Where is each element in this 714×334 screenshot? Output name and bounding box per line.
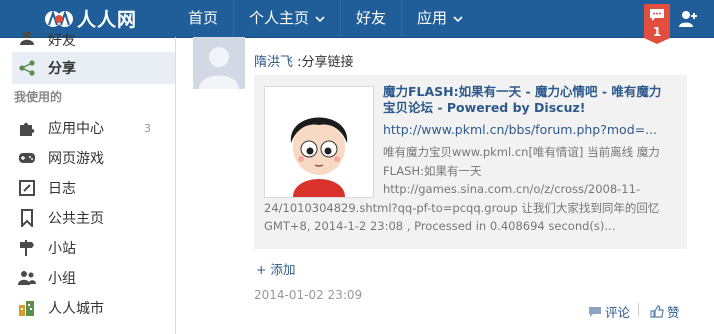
edit-icon	[19, 180, 35, 196]
brand-name: 人人网	[77, 9, 138, 31]
sidebar-item-renren-city[interactable]: 人人城市	[0, 292, 175, 324]
add-friend-icon[interactable]	[677, 8, 699, 30]
puzzle-icon	[20, 122, 35, 136]
chat-bubble-icon	[650, 9, 664, 21]
sidebar-item-label: 网页游戏	[48, 151, 104, 167]
nav-home[interactable]: 首页	[173, 0, 233, 37]
post-timestamp: 2014-01-02 23:09	[254, 288, 363, 302]
action-divider	[638, 303, 639, 316]
description-line: 24/1010304829.shtml?qq-pf-to=pcqq.group …	[264, 200, 660, 215]
city-icon	[19, 301, 34, 316]
sidebar-item-mini-site[interactable]: 小站	[0, 232, 175, 264]
default-avatar-icon	[193, 37, 245, 89]
comment-button[interactable]: 评论	[588, 302, 630, 321]
comment-label: 评论	[605, 305, 631, 320]
sidebar-divider	[175, 37, 176, 334]
comment-icon	[589, 306, 601, 317]
friends-icon	[20, 32, 34, 45]
user-avatar[interactable]	[193, 37, 245, 89]
link-url[interactable]: http://www.pkml.cn/bbs/forum.php?mod=...	[383, 122, 683, 137]
sidebar-item-label: 公共主页	[48, 211, 104, 227]
sidebar-item-label: 人人城市	[48, 301, 104, 317]
link-title[interactable]: 魔力FLASH:如果有一天 - 魔力心情吧 - 唯有魔力宝贝论坛 - Power…	[383, 84, 673, 116]
chevron-down-icon	[453, 15, 463, 22]
nav-apps-label: 应用	[417, 9, 448, 27]
left-sidebar: 好友 分享 我使用的 应用中心 3 网页游戏 日志 公共主页 小站 小组 人人城…	[0, 32, 175, 334]
share-icon	[19, 60, 35, 76]
nav-friends[interactable]: 好友	[341, 0, 401, 37]
sidebar-item-blog[interactable]: 日志	[0, 172, 175, 204]
nav-friends-label: 好友	[356, 9, 387, 27]
sidebar-item-friends[interactable]: 好友	[0, 32, 175, 52]
shared-link-card: 魔力FLASH:如果有一天 - 魔力心情吧 - 唯有魔力宝贝论坛 - Power…	[254, 75, 687, 249]
signpost-icon	[20, 240, 34, 256]
nav-home-label: 首页	[188, 9, 219, 27]
renren-logo-icon	[45, 9, 73, 27]
description-line: FLASH:如果有一天	[383, 163, 482, 178]
sidebar-item-share[interactable]: 分享	[12, 52, 175, 84]
sidebar-item-label: 好友	[48, 33, 76, 49]
renren-logo[interactable]: 人人网	[44, 5, 137, 32]
add-button[interactable]: + 添加	[256, 259, 295, 278]
sidebar-item-label: 小站	[48, 241, 76, 257]
like-button[interactable]: 赞	[650, 302, 680, 321]
main-nav: 首页 个人主页 好友 应用	[173, 0, 478, 37]
like-label: 赞	[667, 305, 680, 320]
sidebar-item-web-games[interactable]: 网页游戏	[0, 142, 175, 174]
description-line: GMT+8, 2014-1-2 23:08 , Processed in 0.4…	[264, 219, 616, 233]
sidebar-item-label: 日志	[48, 181, 76, 197]
post-author-link[interactable]: 隋洪飞	[254, 55, 293, 70]
link-description: 唯有魔力宝贝www.pkml.cn[唯有情谊] 当前离线 魔力 FLASH:如果…	[264, 143, 679, 236]
nav-apps[interactable]: 应用	[402, 0, 478, 37]
sidebar-heading-my-apps: 我使用的	[14, 90, 63, 104]
sidebar-item-label: 分享	[48, 61, 76, 77]
chevron-down-icon	[315, 15, 325, 22]
sidebar-item-count: 3	[144, 121, 151, 135]
sidebar-item-groups[interactable]: 小组	[0, 262, 175, 294]
description-line: http://games.sina.com.cn/o/z/cross/2008-…	[383, 182, 641, 196]
bookmark-icon	[21, 209, 33, 227]
notifications-button[interactable]: 1	[644, 4, 670, 44]
sidebar-item-app-center[interactable]: 应用中心 3	[0, 112, 175, 144]
nav-profile[interactable]: 个人主页	[234, 0, 340, 37]
post-action-text: :分享链接	[297, 55, 354, 70]
nav-profile-label: 个人主页	[249, 9, 310, 27]
notification-count: 1	[652, 25, 662, 39]
gamepad-icon	[19, 153, 35, 163]
thumbs-up-icon	[650, 305, 664, 318]
description-line: 唯有魔力宝贝www.pkml.cn[唯有情谊] 当前离线 魔力	[383, 145, 660, 159]
post-header: 隋洪飞 :分享链接	[254, 51, 354, 70]
sidebar-item-label: 小组	[48, 271, 76, 287]
sidebar-item-public-pages[interactable]: 公共主页	[0, 202, 175, 234]
group-icon	[18, 271, 36, 285]
sidebar-item-label: 应用中心	[48, 121, 104, 137]
